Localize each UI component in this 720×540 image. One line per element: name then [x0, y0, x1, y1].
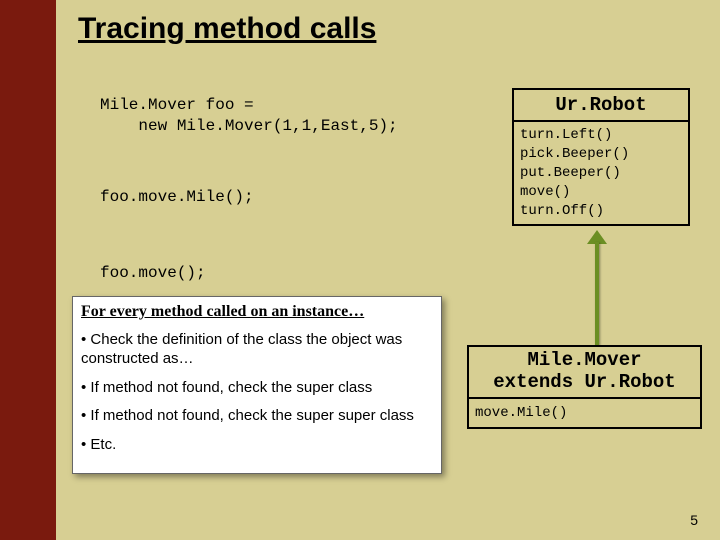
class-box-urrobot-methods: turn.Left() pick.Beeper() put.Beeper() m…: [514, 122, 688, 224]
explanation-header: For every method called on an instance…: [81, 303, 433, 321]
code-declaration: Mile.Mover foo = new Mile.Mover(1,1,East…: [100, 95, 398, 137]
page-number: 5: [690, 512, 698, 528]
code-call-move: foo.move();: [100, 264, 206, 282]
class-box-milemover-title-line2: extends Ur.Robot: [493, 371, 675, 393]
slide-title: Tracing method calls: [78, 12, 376, 46]
code-call-movemile: foo.move.Mile();: [100, 188, 254, 206]
class-box-urrobot: Ur.Robot turn.Left() pick.Beeper() put.B…: [512, 88, 690, 226]
class-box-urrobot-title: Ur.Robot: [514, 90, 688, 122]
explanation-bullet-1: • Check the definition of the class the …: [81, 331, 433, 369]
class-box-milemover-methods: move.Mile(): [469, 399, 700, 427]
extends-arrow-icon: [590, 230, 604, 345]
class-box-milemover: Mile.Mover extends Ur.Robot move.Mile(): [467, 345, 702, 429]
explanation-bullet-4: • Etc.: [81, 436, 433, 455]
explanation-bullet-2: • If method not found, check the super c…: [81, 379, 433, 398]
explanation-bullet-3: • If method not found, check the super s…: [81, 407, 433, 426]
explanation-box: For every method called on an instance… …: [72, 296, 442, 474]
class-box-milemover-title-line1: Mile.Mover: [527, 349, 641, 371]
class-box-milemover-title: Mile.Mover extends Ur.Robot: [469, 347, 700, 399]
